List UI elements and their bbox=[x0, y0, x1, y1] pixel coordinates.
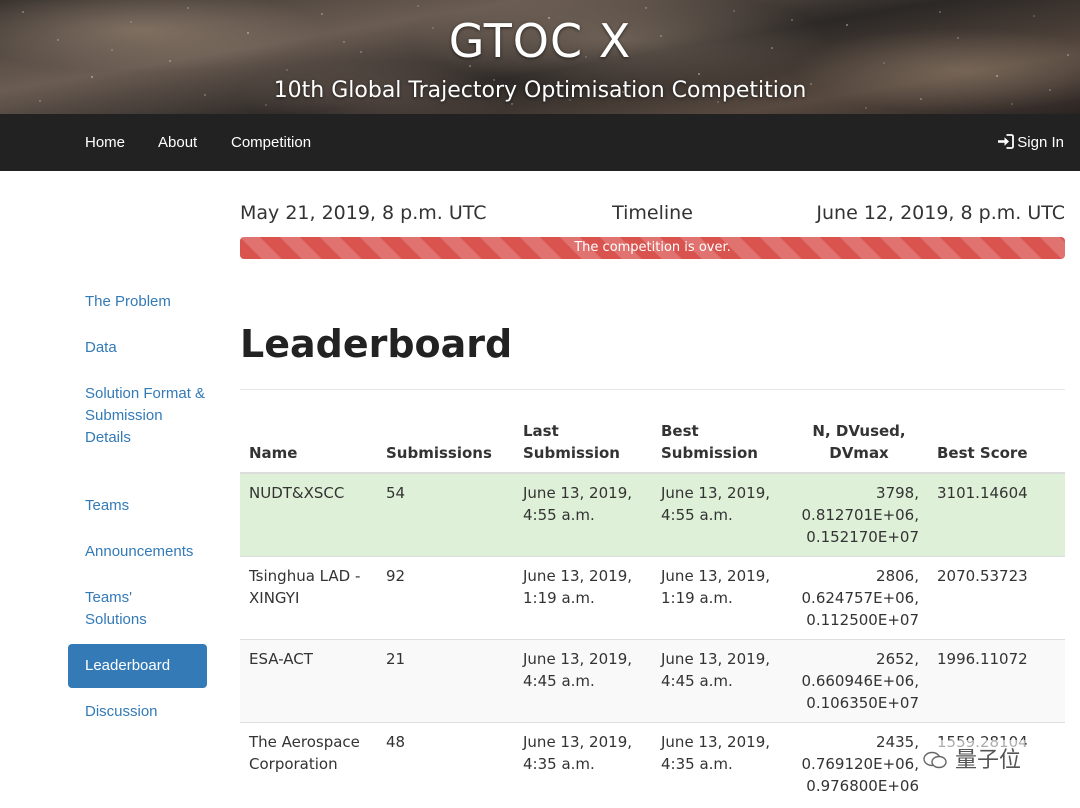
column-header-last-submission: Last Submission bbox=[514, 412, 652, 474]
submission-count: 21 bbox=[377, 639, 514, 723]
team-name: ESA-ACT bbox=[240, 639, 377, 723]
submission-count: 48 bbox=[377, 722, 514, 805]
best-score: 1996.11072 bbox=[928, 639, 1065, 723]
nav-competition-link[interactable]: Competition bbox=[231, 114, 311, 171]
submission-count: 54 bbox=[377, 472, 514, 557]
header-banner: GTOC X 10th Global Trajectory Optimisati… bbox=[0, 0, 1080, 114]
n-value: 2652, bbox=[876, 650, 919, 668]
best-submission: June 13, 2019, 4:55 a.m. bbox=[652, 472, 790, 557]
nav-about-link[interactable]: About bbox=[158, 114, 197, 171]
sidebar-item-solution-format[interactable]: Solution Format & Submission Details bbox=[68, 383, 207, 449]
dvused-value: 0.624757E+06, bbox=[801, 589, 919, 607]
progress-status-text: The competition is over. bbox=[574, 240, 731, 255]
column-header-name: Name bbox=[240, 412, 377, 474]
n-value: 2435, bbox=[876, 733, 919, 751]
best-submission: June 13, 2019, 4:35 a.m. bbox=[652, 722, 790, 805]
wechat-icon bbox=[923, 751, 947, 769]
nav-home-link[interactable]: Home bbox=[85, 114, 125, 171]
sidebar-item-data[interactable]: Data bbox=[68, 337, 207, 359]
column-header-best-score: Best Score bbox=[928, 412, 1065, 474]
dvused-value: 0.769120E+06, bbox=[801, 755, 919, 773]
column-header-submissions: Submissions bbox=[377, 412, 514, 474]
page-title: Leaderboard bbox=[240, 322, 513, 366]
top-navbar: Home About Competition Sign In bbox=[0, 114, 1080, 171]
sidebar-item-announcements[interactable]: Announcements bbox=[68, 541, 207, 563]
title-divider bbox=[240, 389, 1065, 390]
table-row: Tsinghua LAD - XINGYI 92 June 13, 2019, … bbox=[240, 556, 1065, 640]
submission-count: 92 bbox=[377, 556, 514, 640]
dvmax-value: 0.112500E+07 bbox=[806, 611, 919, 629]
dvmax-value: 0.976800E+06 bbox=[806, 777, 919, 795]
dvmax-value: 0.106350E+07 bbox=[806, 694, 919, 712]
last-submission: June 13, 2019, 4:45 a.m. bbox=[514, 639, 652, 723]
team-name: The Aerospace Corporation bbox=[240, 722, 377, 805]
sidebar-item-leaderboard[interactable]: Leaderboard bbox=[68, 644, 207, 688]
column-header-best-submission: Best Submission bbox=[652, 412, 790, 474]
competition-progress-bar: The competition is over. bbox=[240, 237, 1065, 259]
n-value: 3798, bbox=[876, 484, 919, 502]
sign-in-link[interactable]: Sign In bbox=[997, 114, 1064, 171]
table-row: NUDT&XSCC 54 June 13, 2019, 4:55 a.m. Ju… bbox=[240, 472, 1065, 557]
last-submission: June 13, 2019, 4:55 a.m. bbox=[514, 472, 652, 557]
best-submission: June 13, 2019, 1:19 a.m. bbox=[652, 556, 790, 640]
n-dv-values: 2652, 0.660946E+06, 0.106350E+07 bbox=[790, 639, 928, 723]
n-dv-values: 3798, 0.812701E+06, 0.152170E+07 bbox=[790, 472, 928, 557]
team-name: Tsinghua LAD - XINGYI bbox=[240, 556, 377, 640]
sign-in-icon bbox=[998, 134, 1015, 149]
watermark-text: 量子位 bbox=[955, 748, 1022, 773]
sidebar-item-teams[interactable]: Teams bbox=[68, 495, 207, 517]
last-submission: June 13, 2019, 4:35 a.m. bbox=[514, 722, 652, 805]
last-submission: June 13, 2019, 1:19 a.m. bbox=[514, 556, 652, 640]
column-header-n-dvused-dvmax: N, DVused, DVmax bbox=[790, 412, 928, 474]
best-score: 3101.14604 bbox=[928, 472, 1065, 557]
n-dv-values: 2435, 0.769120E+06, 0.976800E+06 bbox=[790, 722, 928, 805]
sidebar-item-teams-solutions[interactable]: Teams' Solutions bbox=[68, 587, 178, 631]
table-header-row: Name Submissions Last Submission Best Su… bbox=[240, 412, 1065, 474]
dvmax-value: 0.152170E+07 bbox=[806, 528, 919, 546]
sidebar-item-the-problem[interactable]: The Problem bbox=[68, 291, 207, 313]
team-name: NUDT&XSCC bbox=[240, 472, 377, 557]
site-subtitle: 10th Global Trajectory Optimisation Comp… bbox=[273, 78, 807, 103]
watermark: 量子位 bbox=[918, 740, 1026, 776]
n-dv-values: 2806, 0.624757E+06, 0.112500E+07 bbox=[790, 556, 928, 640]
best-score: 2070.53723 bbox=[928, 556, 1065, 640]
timeline-end-date: June 12, 2019, 8 p.m. UTC bbox=[816, 202, 1065, 224]
dvused-value: 0.812701E+06, bbox=[801, 506, 919, 524]
best-submission: June 13, 2019, 4:45 a.m. bbox=[652, 639, 790, 723]
timeline-start-date: May 21, 2019, 8 p.m. UTC bbox=[240, 202, 487, 224]
dvused-value: 0.660946E+06, bbox=[801, 672, 919, 690]
sidebar-item-discussion[interactable]: Discussion bbox=[68, 701, 207, 723]
site-title: GTOC X bbox=[448, 14, 632, 68]
table-row: ESA-ACT 21 June 13, 2019, 4:45 a.m. June… bbox=[240, 639, 1065, 723]
n-value: 2806, bbox=[876, 567, 919, 585]
sign-in-label: Sign In bbox=[1017, 134, 1064, 151]
